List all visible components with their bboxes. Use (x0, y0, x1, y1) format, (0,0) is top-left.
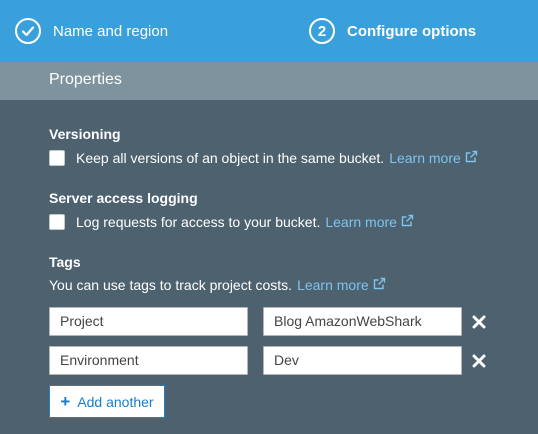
step-label: Name and region (53, 22, 169, 40)
tags-description-row: You can use tags to track project costs.… (49, 277, 386, 293)
tag-value-input[interactable]: Dev (263, 346, 462, 375)
section-title: Properties (49, 71, 122, 88)
logging-row: Log requests for access to your bucket. … (49, 214, 414, 230)
versioning-row: Keep all versions of an object in the sa… (49, 150, 478, 166)
logging-learn-more-link[interactable]: Learn more (325, 214, 397, 230)
versioning-label: Keep all versions of an object in the sa… (76, 150, 385, 166)
check-circle-icon (15, 18, 41, 44)
tag-value-input[interactable]: Blog AmazonWebShark (263, 307, 462, 336)
versioning-learn-more-link[interactable]: Learn more (389, 150, 461, 166)
versioning-heading: Versioning (49, 126, 121, 142)
step-name-and-region[interactable]: Name and region (15, 0, 168, 62)
logging-heading: Server access logging (49, 190, 198, 206)
external-link-icon (401, 214, 414, 230)
logging-label: Log requests for access to your bucket. (76, 214, 321, 230)
external-link-icon (465, 150, 478, 166)
tags-heading: Tags (49, 254, 81, 270)
step-number: 2 (309, 18, 335, 44)
tag-key-input[interactable]: Project (49, 307, 248, 336)
tags-learn-more-link[interactable]: Learn more (297, 277, 369, 293)
logging-checkbox[interactable] (49, 214, 65, 230)
versioning-checkbox[interactable] (49, 150, 65, 166)
tags-description: You can use tags to track project costs. (49, 277, 293, 293)
wizard-steps: Name and region 2 Configure options (0, 0, 538, 62)
remove-tag-icon[interactable] (472, 315, 486, 329)
add-another-tag-button[interactable]: + Add another (49, 385, 165, 418)
properties-section-header: Properties (0, 62, 538, 100)
tag-key-input[interactable]: Environment (49, 346, 248, 375)
remove-tag-icon[interactable] (472, 354, 486, 368)
external-link-icon (373, 277, 386, 293)
plus-icon: + (60, 391, 71, 411)
step-configure-options[interactable]: 2 Configure options (309, 0, 476, 62)
step-label: Configure options (347, 22, 477, 40)
add-another-label: Add another (77, 393, 154, 410)
